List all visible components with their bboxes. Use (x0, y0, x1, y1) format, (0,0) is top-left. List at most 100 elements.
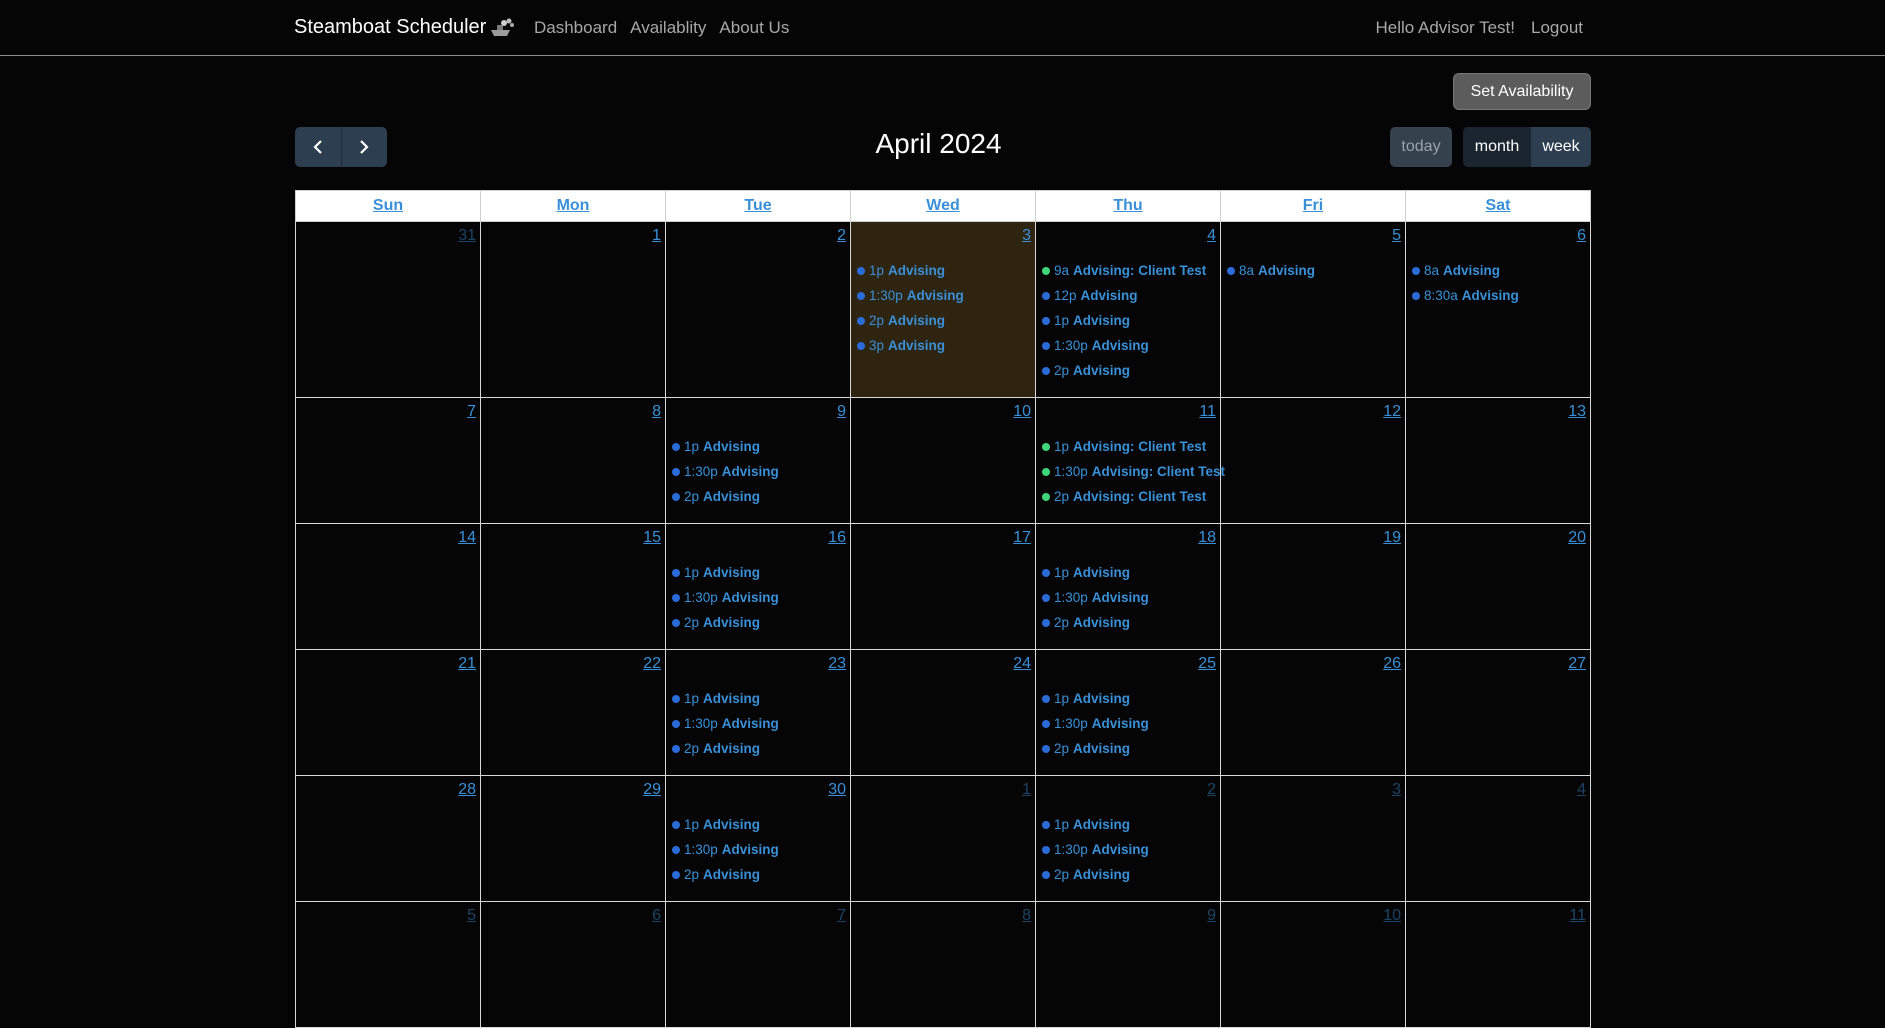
day-cell[interactable]: 16 1p Advising 1:30p Advising 2p Advising (665, 523, 851, 650)
day-number[interactable]: 11 (1569, 907, 1586, 925)
day-number[interactable]: 8 (652, 403, 661, 421)
event-booked[interactable]: 1:30p Advising: Client Test (1042, 459, 1225, 484)
event-available[interactable]: 12p Advising (1042, 283, 1218, 308)
event-available[interactable]: 2p Advising (672, 484, 848, 509)
event-available[interactable]: 2p Advising (672, 862, 848, 887)
day-cell[interactable]: 5 8a Advising (1220, 221, 1406, 398)
event-available[interactable]: 2p Advising (672, 610, 848, 635)
nav-about-us[interactable]: About Us (719, 18, 789, 38)
event-available[interactable]: 1p Advising (1042, 812, 1218, 837)
day-number[interactable]: 2 (1207, 781, 1216, 799)
day-cell[interactable]: 6 8a Advising 8:30a Advising (1405, 221, 1591, 398)
day-cell[interactable]: 23 1p Advising 1:30p Advising 2p Advising (665, 649, 851, 776)
event-available[interactable]: 1:30p Advising (857, 283, 1033, 308)
day-number[interactable]: 24 (1013, 655, 1031, 673)
day-cell[interactable]: 11 (1405, 901, 1591, 1028)
event-available[interactable]: 1:30p Advising (672, 459, 848, 484)
day-cell[interactable]: 17 (850, 523, 1036, 650)
day-cell[interactable]: 7 (665, 901, 851, 1028)
day-cell[interactable]: 22 (480, 649, 666, 776)
day-cell[interactable]: 8 (480, 397, 666, 524)
event-available[interactable]: 2p Advising (857, 308, 1033, 333)
event-available[interactable]: 2p Advising (1042, 610, 1218, 635)
day-cell[interactable]: 13 (1405, 397, 1591, 524)
day-number[interactable]: 6 (1577, 227, 1586, 245)
event-available[interactable]: 1:30p Advising (1042, 837, 1218, 862)
day-header-link[interactable]: Tue (744, 197, 771, 214)
event-available[interactable]: 1:30p Advising (672, 837, 848, 862)
day-number[interactable]: 7 (467, 403, 476, 421)
logout-link[interactable]: Logout (1531, 18, 1583, 38)
day-cell[interactable]: 19 (1220, 523, 1406, 650)
day-number[interactable]: 22 (643, 655, 661, 673)
day-number[interactable]: 9 (1207, 907, 1216, 925)
day-number[interactable]: 9 (837, 403, 846, 421)
event-available[interactable]: 2p Advising (1042, 736, 1218, 761)
event-available[interactable]: 8a Advising (1227, 258, 1403, 283)
nav-dashboard[interactable]: Dashboard (534, 18, 617, 38)
day-number[interactable]: 19 (1383, 529, 1401, 547)
day-number[interactable]: 21 (458, 655, 476, 673)
event-available[interactable]: 8a Advising (1412, 258, 1588, 283)
day-cell[interactable]: 14 (295, 523, 481, 650)
event-available[interactable]: 1p Advising (672, 812, 848, 837)
day-number[interactable]: 30 (828, 781, 846, 799)
day-number[interactable]: 13 (1568, 403, 1586, 421)
day-number[interactable]: 4 (1207, 227, 1216, 245)
day-number[interactable]: 5 (1392, 227, 1401, 245)
event-available[interactable]: 3p Advising (857, 333, 1033, 358)
day-cell[interactable]: 10 (1220, 901, 1406, 1028)
event-available[interactable]: 2p Advising (1042, 862, 1218, 887)
month-view-button[interactable]: month (1463, 127, 1531, 167)
day-header-link[interactable]: Thu (1113, 197, 1142, 214)
event-available[interactable]: 2p Advising (1042, 358, 1218, 383)
event-available[interactable]: 1p Advising (672, 560, 848, 585)
prev-month-button[interactable] (295, 127, 341, 167)
event-available[interactable]: 1:30p Advising (1042, 585, 1218, 610)
day-cell[interactable]: 11 1p Advising: Client Test 1:30p Advising: … (1035, 397, 1225, 524)
day-cell[interactable]: 8 (850, 901, 1036, 1028)
day-cell[interactable]: 1 (480, 221, 666, 398)
brand[interactable]: Steamboat Scheduler (294, 16, 516, 39)
day-number[interactable]: 12 (1383, 403, 1401, 421)
day-number[interactable]: 8 (1022, 907, 1031, 925)
day-number[interactable]: 16 (828, 529, 846, 547)
day-number[interactable]: 15 (643, 529, 661, 547)
day-cell[interactable]: 24 (850, 649, 1036, 776)
event-booked[interactable]: 1p Advising: Client Test (1042, 434, 1218, 459)
day-cell[interactable]: 28 (295, 775, 481, 902)
day-cell[interactable]: 18 1p Advising 1:30p Advising 2p Advising (1035, 523, 1221, 650)
event-available[interactable]: 1p Advising (1042, 686, 1218, 711)
event-available[interactable]: 1p Advising (672, 434, 848, 459)
event-available[interactable]: 1p Advising (1042, 308, 1218, 333)
day-number[interactable]: 7 (837, 907, 846, 925)
day-number[interactable]: 10 (1013, 403, 1031, 421)
day-cell[interactable]: 27 (1405, 649, 1591, 776)
day-number[interactable]: 10 (1383, 907, 1401, 925)
today-button[interactable]: today (1390, 127, 1452, 167)
day-number[interactable]: 17 (1013, 529, 1031, 547)
day-number[interactable]: 18 (1198, 529, 1216, 547)
event-booked[interactable]: 2p Advising: Client Test (1042, 484, 1218, 509)
day-number[interactable]: 20 (1568, 529, 1586, 547)
day-cell[interactable]: 30 1p Advising 1:30p Advising 2p Advising (665, 775, 851, 902)
day-cell[interactable]: 6 (480, 901, 666, 1028)
day-cell[interactable]: 9 (1035, 901, 1221, 1028)
nav-availability[interactable]: Availablity (630, 18, 706, 38)
event-available[interactable]: 1p Advising (1042, 560, 1218, 585)
event-available[interactable]: 1:30p Advising (1042, 333, 1218, 358)
day-cell[interactable]: 20 (1405, 523, 1591, 650)
day-cell[interactable]: 3 (1220, 775, 1406, 902)
set-availability-button[interactable]: Set Availability (1453, 73, 1591, 110)
day-cell[interactable]: 12 (1220, 397, 1406, 524)
event-available[interactable]: 2p Advising (672, 736, 848, 761)
day-cell[interactable]: 4 9a Advising: Client Test 12p Advising 1p Adv… (1035, 221, 1221, 398)
day-cell[interactable]: 26 (1220, 649, 1406, 776)
day-number[interactable]: 26 (1383, 655, 1401, 673)
day-header-link[interactable]: Sun (373, 197, 403, 214)
day-cell[interactable]: 29 (480, 775, 666, 902)
day-number[interactable]: 14 (458, 529, 476, 547)
day-header-link[interactable]: Mon (557, 197, 590, 214)
day-number[interactable]: 1 (1022, 781, 1031, 799)
brand-name[interactable]: Steamboat Scheduler (294, 16, 486, 39)
